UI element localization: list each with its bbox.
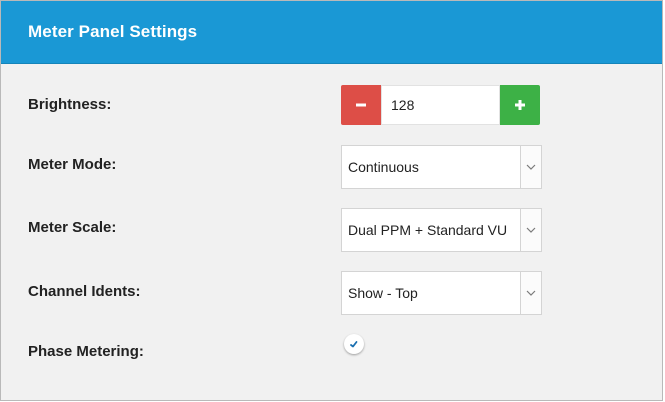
meter-scale-label: Meter Scale:: [28, 219, 117, 236]
chevron-down-icon: [526, 227, 536, 233]
meter-scale-select[interactable]: Dual PPM + Standard VU: [341, 208, 542, 252]
meter-scale-value: Dual PPM + Standard VU: [348, 222, 508, 238]
meter-panel-settings: Meter Panel Settings Brightness: Meter M…: [0, 0, 663, 401]
meter-scale-dropdown-arrow[interactable]: [520, 209, 541, 251]
plus-icon: [515, 100, 525, 110]
brightness-increment-button[interactable]: [500, 85, 540, 125]
channel-idents-value: Show - Top: [348, 285, 418, 301]
brightness-label: Brightness:: [28, 96, 112, 113]
channel-idents-label: Channel Idents:: [28, 283, 141, 300]
brightness-stepper: [341, 85, 541, 125]
chevron-down-icon: [526, 290, 536, 296]
checkmark-icon: [350, 341, 358, 348]
chevron-down-icon: [526, 164, 536, 170]
channel-idents-dropdown-arrow[interactable]: [520, 272, 541, 314]
brightness-decrement-button[interactable]: [341, 85, 381, 125]
meter-mode-label: Meter Mode:: [28, 156, 117, 173]
phase-metering-toggle[interactable]: [344, 334, 364, 354]
brightness-input[interactable]: [381, 85, 500, 125]
panel-header: Meter Panel Settings: [1, 1, 662, 64]
meter-mode-select[interactable]: Continuous: [341, 145, 542, 189]
minus-icon: [356, 103, 366, 107]
panel-title: Meter Panel Settings: [28, 22, 198, 41]
channel-idents-select[interactable]: Show - Top: [341, 271, 542, 315]
phase-metering-label: Phase Metering:: [28, 343, 144, 360]
meter-mode-dropdown-arrow[interactable]: [520, 146, 541, 188]
meter-mode-value: Continuous: [348, 159, 419, 175]
